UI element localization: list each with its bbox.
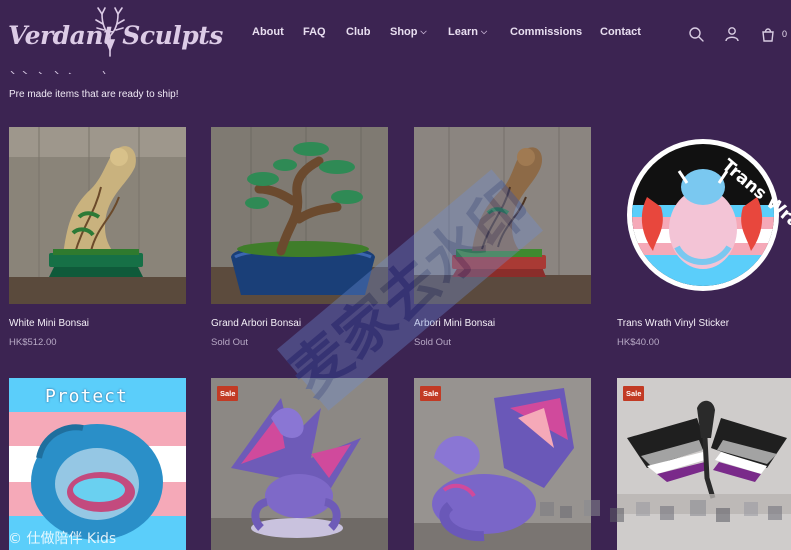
product-image-arbori-mini-bonsai[interactable] xyxy=(414,127,591,304)
page-heading-cropped xyxy=(9,66,129,74)
stag-antlers-icon xyxy=(95,7,125,57)
sale-badge: Sale xyxy=(623,386,645,401)
cart-icon[interactable] xyxy=(760,26,776,42)
nav-learn-label: Learn xyxy=(448,26,478,38)
product-price: HK$512.00 xyxy=(9,337,57,348)
nav-learn[interactable]: Learn ⌵ xyxy=(448,26,487,38)
nav-club[interactable]: Club xyxy=(346,26,370,38)
nav-shop-label: Shop xyxy=(390,26,418,38)
product-title[interactable]: Arbori Mini Bonsai xyxy=(414,318,495,329)
nav-contact[interactable]: Contact xyxy=(600,26,641,38)
nav-faq-label: FAQ xyxy=(303,26,326,38)
chevron-down-icon: ⌵ xyxy=(480,27,488,36)
sale-badge: Sale xyxy=(420,386,442,401)
site-logo[interactable]: Verdant Sculpts xyxy=(8,7,223,60)
product-title[interactable]: Grand Arbori Bonsai xyxy=(211,318,301,329)
product-image-protect-dragon[interactable]: Protect xyxy=(9,378,186,550)
image-caption-protect: Protect xyxy=(45,386,128,407)
product-card[interactable]: White Mini Bonsai HK$512.00 xyxy=(9,127,186,352)
product-image-trans-wrath-sticker[interactable]: Trans Wrath xyxy=(617,127,791,304)
nav-contact-label: Contact xyxy=(600,26,641,38)
sale-badge: Sale xyxy=(217,386,239,401)
page-subtitle: Pre made items that are ready to ship! xyxy=(9,89,179,100)
search-icon[interactable] xyxy=(688,26,704,42)
product-image-dragon-purple-1[interactable]: Sale xyxy=(211,378,388,550)
product-image-white-mini-bonsai[interactable] xyxy=(9,127,186,304)
product-image-grand-arbori-bonsai[interactable] xyxy=(211,127,388,304)
nav-club-label: Club xyxy=(346,26,371,38)
nav-about[interactable]: About xyxy=(252,26,284,38)
chevron-down-icon: ⌵ xyxy=(420,27,427,36)
account-icon[interactable] xyxy=(724,26,740,42)
product-card[interactable]: Arbori Mini Bonsai Sold Out xyxy=(414,127,591,352)
cart-count: 0 xyxy=(782,29,788,39)
nav-faq[interactable]: FAQ xyxy=(303,26,326,38)
nav-commissions[interactable]: Commissions xyxy=(510,26,582,38)
product-title[interactable]: Trans Wrath Vinyl Sticker xyxy=(617,318,729,329)
product-card[interactable]: Grand Arbori Bonsai Sold Out xyxy=(211,127,388,352)
product-price: Sold Out xyxy=(414,337,451,348)
product-card[interactable]: Protect xyxy=(9,378,186,550)
blurred-overlay xyxy=(540,500,782,522)
nav-shop[interactable]: Shop ⌵ xyxy=(390,26,427,38)
product-price: HK$40.00 xyxy=(617,337,660,348)
product-title[interactable]: White Mini Bonsai xyxy=(9,318,89,329)
nav-commissions-label: Commissions xyxy=(510,26,583,38)
product-card[interactable]: Trans Wrath Trans Wrath Vinyl Sticker HK… xyxy=(617,127,791,352)
product-card[interactable]: Sale xyxy=(211,378,388,550)
nav-about-label: About xyxy=(252,26,284,38)
footer-overlay-text: © 仕做陪伴 Kids xyxy=(8,531,117,547)
product-price: Sold Out xyxy=(211,337,248,348)
site-header: Verdant Sculpts About FAQ Club Shop ⌵ Le… xyxy=(0,0,791,70)
